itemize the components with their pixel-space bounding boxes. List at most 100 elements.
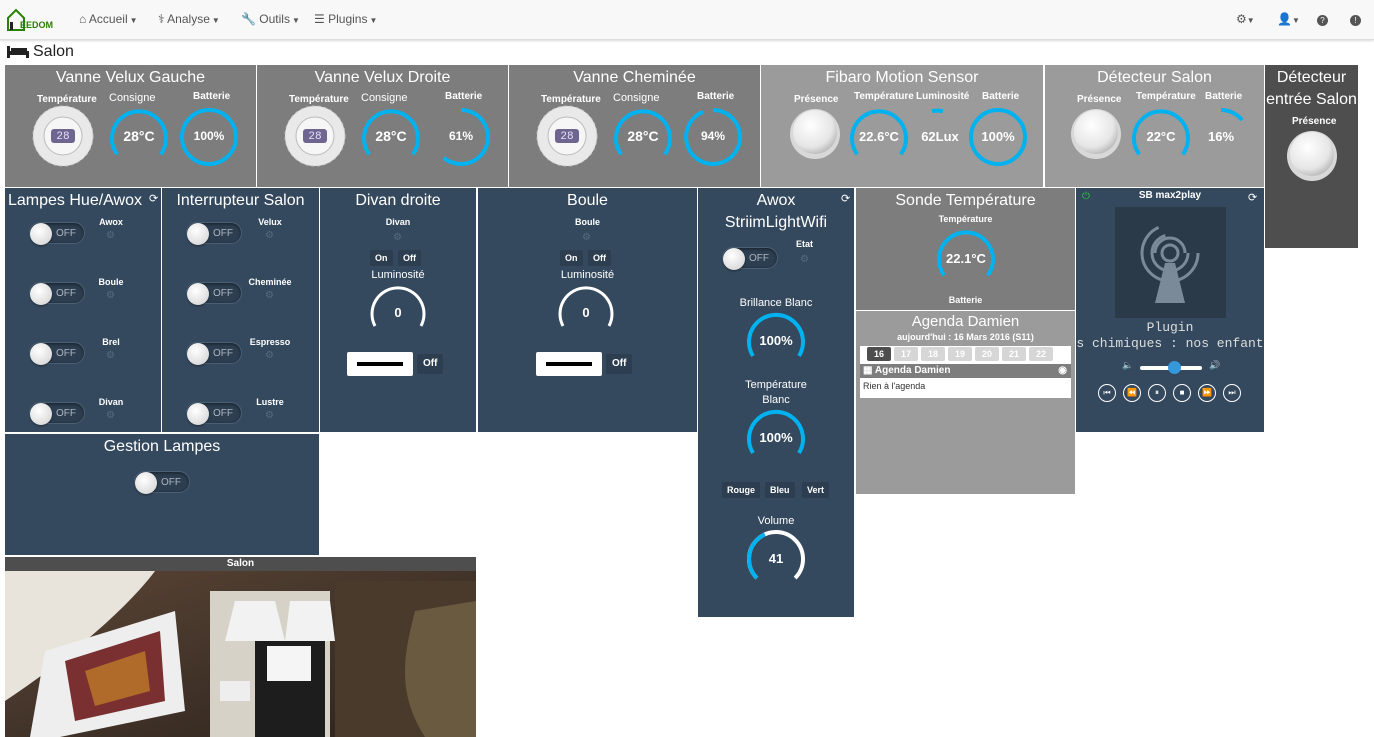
color-off-button[interactable]: Off — [606, 354, 633, 374]
widget-title-line2: StriimLightWifi — [724, 214, 828, 231]
widget-title: Fibaro Motion Sensor — [825, 69, 979, 86]
refresh-icon[interactable]: ⟳ — [841, 192, 850, 205]
volume-slider-thumb[interactable] — [1168, 361, 1182, 374]
battery-value: 61% — [448, 129, 474, 143]
on-button[interactable]: On — [370, 250, 393, 266]
agenda-day[interactable]: 20 — [975, 347, 999, 361]
switch-label: Awox — [99, 217, 123, 227]
alert-button[interactable]: ! — [1350, 12, 1361, 26]
temperature-value: 22°C — [1146, 129, 1176, 144]
consigne-label: Consigne — [109, 92, 156, 104]
widget-title: Salon — [5, 557, 476, 571]
forward-icon[interactable]: ⏩ — [1198, 384, 1216, 402]
switch-toggle[interactable]: OFF — [29, 342, 85, 365]
widget-detecteur-salon: Détecteur Salon Présence Température 22°… — [1045, 65, 1264, 187]
widget-vanne: Vanne Velux Gauche Température 28 Consigne 2… — [5, 65, 256, 187]
rouge-button[interactable]: Rouge — [722, 482, 760, 498]
volume-slider[interactable] — [1140, 361, 1202, 374]
temperature-label: Température — [37, 94, 97, 105]
previous-icon[interactable]: ⏮ — [1098, 384, 1116, 402]
switch-toggle[interactable]: OFF — [186, 402, 242, 425]
status-dot-icon: ⚙ — [800, 254, 809, 265]
volume-down-icon[interactable]: 🔈 — [1122, 360, 1133, 371]
color-picker[interactable] — [536, 352, 602, 376]
next-icon[interactable]: ⏭ — [1223, 384, 1241, 402]
temp-label: Température — [745, 379, 807, 391]
switch-toggle[interactable]: OFF — [29, 222, 85, 245]
widget-title: Divan droite — [355, 192, 441, 209]
switch-toggle[interactable]: OFF — [186, 342, 242, 365]
agenda-day[interactable]: 19 — [948, 347, 972, 361]
stethoscope-icon: ⚕ — [158, 12, 165, 26]
now-playing-text: s chimiques : nos enfant — [1076, 336, 1264, 351]
agenda-day[interactable]: 21 — [1002, 347, 1026, 361]
switch-toggle[interactable]: OFF — [186, 282, 242, 305]
status-dot-icon: ⚙ — [582, 232, 591, 243]
caret-down-icon: ▼ — [291, 16, 300, 25]
refresh-icon[interactable]: ⟳ — [1248, 191, 1257, 204]
vert-button[interactable]: Vert — [802, 482, 830, 498]
bleu-button[interactable]: Bleu — [765, 482, 795, 498]
nav-accueil-label: Accueil — [88, 12, 128, 26]
stop-icon[interactable]: ■ — [1173, 384, 1191, 402]
presence-label: Présence — [1077, 94, 1122, 105]
presence-label: Présence — [794, 94, 839, 105]
agenda-day[interactable]: 18 — [921, 347, 945, 361]
caret-down-icon: ▼ — [1291, 16, 1300, 25]
color-picker[interactable] — [347, 352, 413, 376]
temp-label-2: Blanc — [762, 394, 790, 406]
logo-text: EEDOM — [20, 20, 54, 30]
switch-label: Boule — [98, 277, 124, 287]
nav-plugins[interactable]: ☰ Plugins ▼ — [314, 12, 377, 26]
temperature-label: Température — [938, 214, 993, 224]
switch-toggle[interactable]: OFF — [29, 402, 85, 425]
calendar-header[interactable]: ▦ Agenda Damien ◉ — [860, 364, 1071, 378]
off-button[interactable]: Off — [588, 250, 611, 266]
camera-feed-image[interactable] — [5, 571, 476, 737]
page-title: Salon — [7, 43, 74, 61]
switch-toggle[interactable]: OFF — [186, 222, 242, 245]
etat-toggle[interactable]: OFF — [722, 247, 778, 270]
rewind-icon[interactable]: ⏪ — [1123, 384, 1141, 402]
color-off-button[interactable]: Off — [417, 354, 444, 374]
volume-label: Volume — [757, 515, 795, 527]
exclamation-circle-icon: ! — [1350, 15, 1361, 26]
settings-menu[interactable]: ⚙▼ — [1236, 12, 1255, 26]
widget-gestion-lampes: Gestion Lampes OFF — [5, 434, 319, 555]
widget-title: Gestion Lampes — [103, 438, 221, 455]
luminosity-value: 0 — [394, 305, 402, 320]
agenda-day[interactable]: 22 — [1029, 347, 1053, 361]
battery-value: 16% — [1207, 129, 1235, 144]
widget-camera-salon: Salon — [5, 557, 476, 737]
rss-icon[interactable]: ◉ — [1058, 364, 1067, 378]
jeedom-logo[interactable]: EEDOM — [6, 8, 60, 32]
thermostat-value: 28 — [560, 131, 574, 143]
consigne-label: Consigne — [361, 92, 408, 104]
calendar-box: ▦ Agenda Damien ◉ Rien à l'agenda — [860, 364, 1071, 398]
user-menu[interactable]: 👤▼ — [1277, 12, 1300, 26]
nav-accueil[interactable]: ⌂ Accueil ▼ — [79, 12, 138, 26]
switch-toggle[interactable]: OFF — [29, 282, 85, 305]
nav-outils[interactable]: 🔧 Outils ▼ — [241, 12, 300, 26]
widget-boule: Boule Boule ⚙ On Off Luminosité 0 Off — [478, 188, 697, 432]
battery-label: Batterie — [193, 91, 231, 102]
temp-blanc-value: 100% — [759, 430, 793, 445]
agenda-day[interactable]: 17 — [894, 347, 918, 361]
volume-up-icon[interactable]: 🔊 — [1209, 360, 1220, 371]
widget-title-line2: entrée Salon — [1266, 91, 1357, 108]
help-button[interactable]: ? — [1317, 12, 1328, 26]
volume-value: 41 — [768, 551, 784, 566]
home-icon: ⌂ — [79, 12, 87, 26]
gestion-toggle[interactable]: OFF — [134, 471, 190, 494]
switch-label: Brel — [102, 337, 120, 347]
off-button[interactable]: Off — [398, 250, 421, 266]
nav-analyse[interactable]: ⚕ Analyse ▼ — [158, 12, 220, 26]
temperature-label: Température — [854, 91, 914, 102]
on-button[interactable]: On — [560, 250, 583, 266]
widget-title: Détecteur Salon — [1097, 69, 1212, 86]
pause-icon[interactable]: ⏸ — [1148, 384, 1166, 402]
temperature-value: 22.6°C — [859, 129, 899, 144]
refresh-icon[interactable]: ⟳ — [149, 192, 158, 205]
widget-sb-max2play: ⏻ SB max2play ⟳ Plugin s chimiques : nos… — [1076, 188, 1264, 432]
agenda-day[interactable]: 16 — [867, 347, 891, 361]
